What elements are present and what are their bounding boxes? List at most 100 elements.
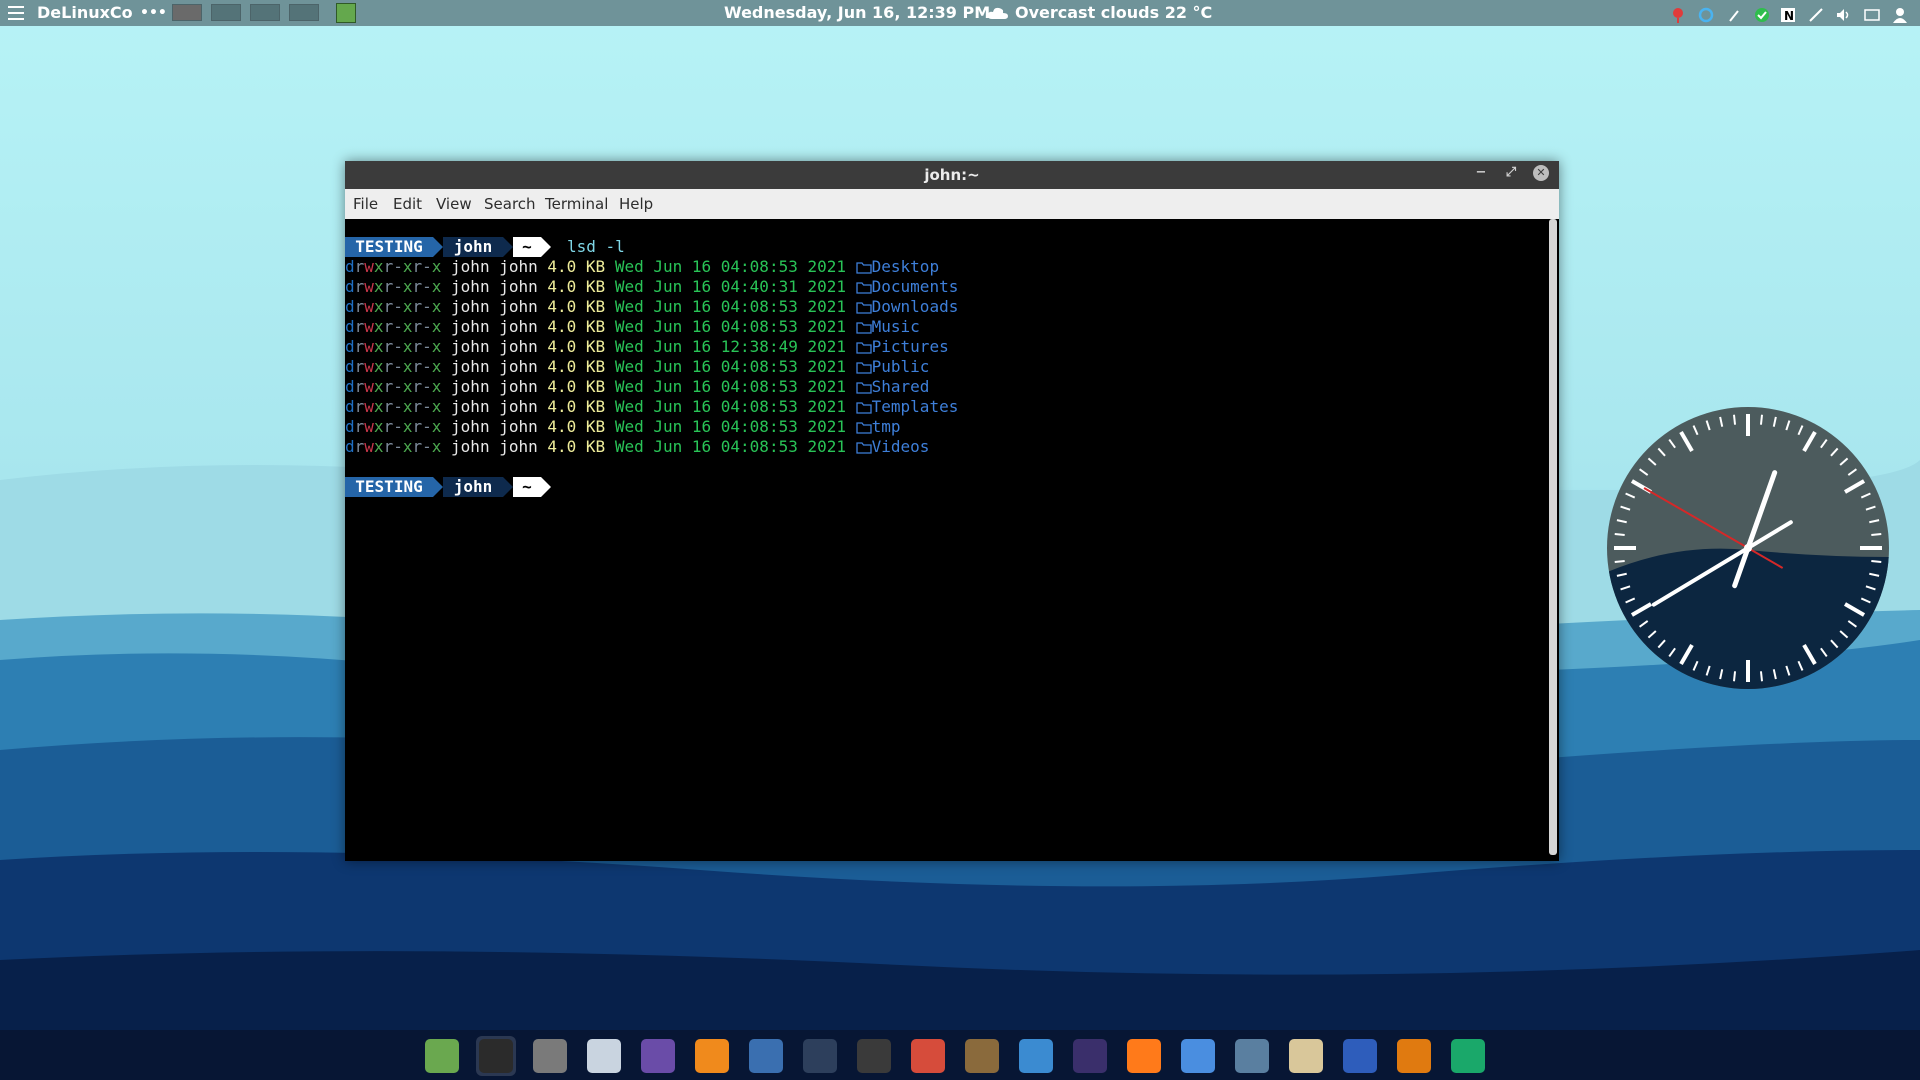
- folder-name: Music: [871, 317, 920, 336]
- listing-row: drwxr-xr-x john john 4.0 KB Wed Jun 16 0…: [345, 277, 958, 297]
- menu-edit[interactable]: Edit: [393, 195, 422, 213]
- paperclip-icon[interactable]: [1726, 5, 1742, 22]
- menu-terminal[interactable]: Terminal: [545, 195, 608, 213]
- video-editor-icon[interactable]: [746, 1036, 786, 1076]
- folder-icon: [855, 422, 872, 434]
- file-size: 4.0 KB: [547, 277, 615, 296]
- folder-name: Documents: [871, 277, 959, 296]
- owner-group: john john: [441, 357, 548, 376]
- red-pin-icon[interactable]: [1670, 5, 1686, 23]
- folder-name: Downloads: [871, 297, 959, 316]
- folder-name: Public: [871, 357, 930, 376]
- close-button[interactable]: ✕: [1533, 165, 1549, 181]
- modified-date: Wed Jun 16 04:08:53 2021: [614, 317, 856, 336]
- green-check-icon[interactable]: [1754, 5, 1770, 22]
- modified-date: Wed Jun 16 04:08:53 2021: [614, 437, 856, 456]
- notes-icon[interactable]: [1286, 1036, 1326, 1076]
- wand-icon[interactable]: [1808, 5, 1824, 22]
- clock-tick: [1759, 414, 1764, 425]
- refresh-icon[interactable]: [1698, 5, 1714, 23]
- listing-row: drwxr-xr-x john john 4.0 KB Wed Jun 16 0…: [345, 397, 958, 417]
- clock-tick: [1732, 671, 1737, 682]
- color-picker-icon[interactable]: [908, 1036, 948, 1076]
- folder-icon: [855, 322, 872, 334]
- workspace-4[interactable]: [289, 4, 319, 21]
- panel-datetime[interactable]: Wednesday, Jun 16, 12:39 PM: [724, 0, 990, 26]
- permissions: drwxr-xr-x: [345, 317, 442, 336]
- clock-tick: [1732, 414, 1737, 425]
- listing-row: drwxr-xr-x john john 4.0 KB Wed Jun 16 0…: [345, 297, 958, 317]
- folder-icon: [855, 342, 872, 354]
- prompt-env: TESTING: [345, 237, 433, 257]
- volume-icon[interactable]: [1836, 5, 1852, 21]
- keyboard-icon[interactable]: [1864, 5, 1880, 21]
- chromium-icon[interactable]: [1178, 1036, 1218, 1076]
- modified-date: Wed Jun 16 04:40:31 2021: [614, 277, 856, 296]
- audio-editor-icon[interactable]: [800, 1036, 840, 1076]
- menu-search[interactable]: Search: [484, 195, 536, 213]
- firefox-icon[interactable]: [1124, 1036, 1164, 1076]
- clock-center: [1744, 544, 1752, 552]
- owner-group: john john: [441, 397, 548, 416]
- menu-view[interactable]: View: [436, 195, 472, 213]
- calc-icon[interactable]: [1448, 1036, 1488, 1076]
- image-viewer-icon[interactable]: [584, 1036, 624, 1076]
- folder-icon: [855, 402, 872, 414]
- modified-date: Wed Jun 16 04:08:53 2021: [614, 257, 856, 276]
- weather-text: Overcast clouds 22 °C: [1015, 3, 1213, 22]
- blender-icon[interactable]: [692, 1036, 732, 1076]
- audio-player-icon[interactable]: [638, 1036, 678, 1076]
- clock-tick: [1759, 671, 1764, 682]
- owner-group: john john: [441, 277, 548, 296]
- folder-icon: [855, 282, 872, 294]
- terminal-scrollbar[interactable]: [1549, 219, 1557, 855]
- terminal-icon[interactable]: [476, 1036, 516, 1076]
- permissions: drwxr-xr-x: [345, 277, 442, 296]
- mail-icon[interactable]: [1232, 1036, 1272, 1076]
- gimp-icon[interactable]: [962, 1036, 1002, 1076]
- brand-label[interactable]: DeLinuxCo: [37, 0, 133, 26]
- window-title: john:~: [924, 166, 980, 184]
- permissions: drwxr-xr-x: [345, 357, 442, 376]
- home-folder-icon[interactable]: [422, 1036, 462, 1076]
- listing-row: drwxr-xr-x john john 4.0 KB Wed Jun 16 1…: [345, 337, 949, 357]
- prompt-line-2: TESTING john ~: [345, 477, 551, 497]
- folder-icon: [855, 302, 872, 314]
- terminal-window: john:~ − ⤢ ✕ File Edit View Search Termi…: [345, 161, 1559, 861]
- bluefish-icon[interactable]: [1016, 1036, 1056, 1076]
- file-size: 4.0 KB: [547, 417, 615, 436]
- hamburger-menu-icon[interactable]: [8, 0, 26, 26]
- clock-tick: [1871, 559, 1882, 564]
- word-processor-icon[interactable]: [1340, 1036, 1380, 1076]
- folder-icon: [855, 382, 872, 394]
- minimize-button[interactable]: −: [1473, 165, 1489, 181]
- folder-name: Desktop: [871, 257, 940, 276]
- window-titlebar[interactable]: john:~ − ⤢ ✕: [345, 161, 1559, 189]
- modified-date: Wed Jun 16 04:08:53 2021: [614, 357, 856, 376]
- calculator-icon[interactable]: [530, 1036, 570, 1076]
- workspace-3[interactable]: [250, 4, 280, 21]
- system-monitor-icon[interactable]: [336, 3, 356, 23]
- workspace-2[interactable]: [211, 4, 241, 21]
- owner-group: john john: [441, 337, 548, 356]
- folder-icon: [855, 442, 872, 454]
- user-icon[interactable]: [1892, 5, 1908, 23]
- workspace-1[interactable]: [172, 4, 202, 21]
- camera-icon[interactable]: [854, 1036, 894, 1076]
- permissions: drwxr-xr-x: [345, 257, 442, 276]
- analog-clock-widget[interactable]: [1605, 405, 1891, 691]
- notion-icon[interactable]: N: [1780, 5, 1796, 23]
- menu-help[interactable]: Help: [619, 195, 653, 213]
- maximize-button[interactable]: ⤢: [1503, 165, 1519, 181]
- inkscape-icon[interactable]: [1070, 1036, 1110, 1076]
- prompt-dir: ~: [513, 237, 541, 257]
- terminal-output[interactable]: TESTING john ~ lsd -l drwxr-xr-x john jo…: [345, 219, 1545, 861]
- overflow-dots[interactable]: •••: [140, 0, 167, 26]
- modified-date: Wed Jun 16 04:08:53 2021: [614, 297, 856, 316]
- menu-file[interactable]: File: [353, 195, 378, 213]
- presentation-icon[interactable]: [1394, 1036, 1434, 1076]
- prompt-user: john: [443, 237, 503, 257]
- modified-date: Wed Jun 16 04:08:53 2021: [614, 417, 856, 436]
- file-size: 4.0 KB: [547, 357, 615, 376]
- modified-date: Wed Jun 16 12:38:49 2021: [614, 337, 856, 356]
